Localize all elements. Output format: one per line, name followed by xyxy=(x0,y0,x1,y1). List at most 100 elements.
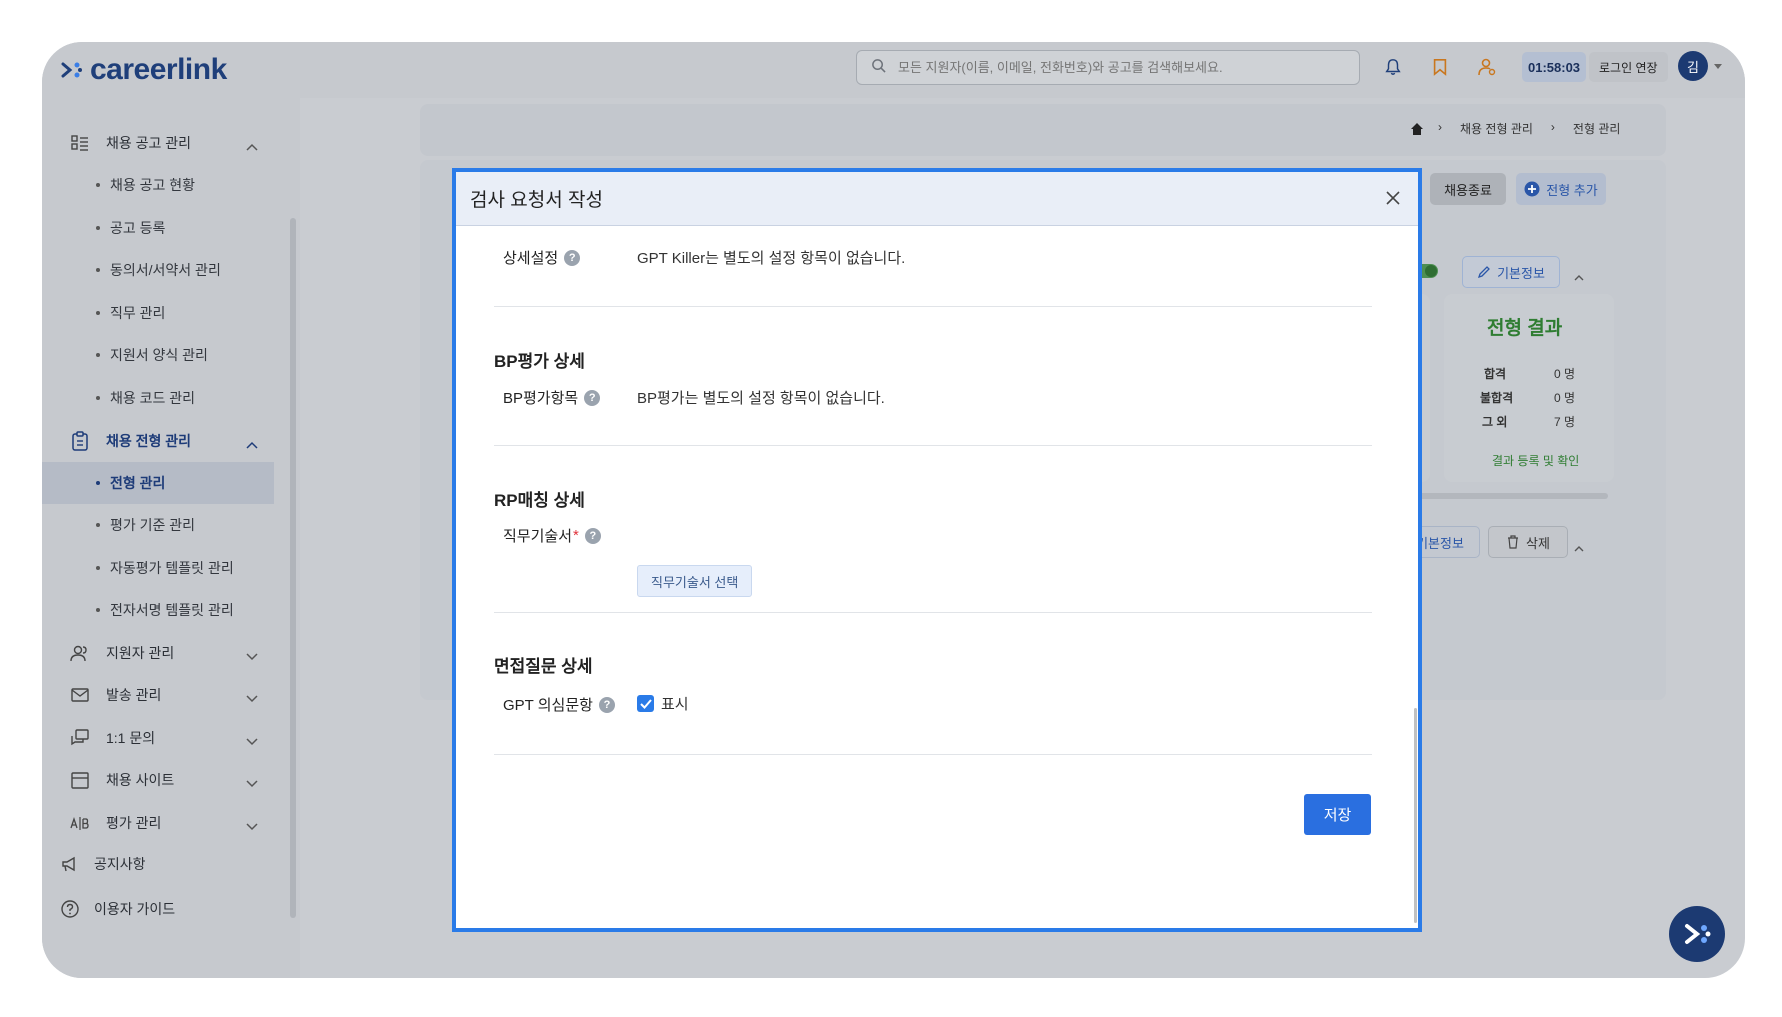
user-guide-link[interactable]: 이용자 가이드 xyxy=(42,889,274,929)
avatar[interactable]: 김 xyxy=(1678,51,1708,81)
logo[interactable]: careerlink xyxy=(60,53,227,87)
interview-section-title: 면접질문 상세 xyxy=(494,657,593,676)
close-icon[interactable] xyxy=(1382,187,1404,209)
modal-scrollbar[interactable] xyxy=(1414,228,1418,928)
section-divider xyxy=(494,612,1372,613)
checkmark-icon[interactable] xyxy=(637,695,654,712)
sidebar-item-recruit-code[interactable]: 채용 코드 관리 xyxy=(42,377,274,419)
bp-item-value: BP평가는 별도의 설정 항목이 없습니다. xyxy=(637,390,885,407)
search-input[interactable] xyxy=(898,60,1359,75)
sidebar-item-consent[interactable]: 동의서/서약서 관리 xyxy=(42,249,274,291)
sidebar-item-application-form[interactable]: 지원서 양식 관리 xyxy=(42,334,274,376)
section-divider xyxy=(494,445,1372,446)
detail-setting-value: GPT Killer는 별도의 설정 항목이 없습니다. xyxy=(637,250,906,267)
result-title: 전형 결과 xyxy=(1487,318,1563,339)
delete-button[interactable]: 삭제 xyxy=(1488,526,1568,558)
add-stage-button[interactable]: 전형 추가 xyxy=(1516,173,1606,205)
gpt-suspicious-label: GPT 의심문항 ? xyxy=(503,694,615,715)
sidebar-group-evaluation[interactable]: 평가 관리 xyxy=(42,802,274,844)
sidebar-group-career-site[interactable]: 채용 사이트 xyxy=(42,759,274,801)
sidebar-group-label: 채용 전형 관리 xyxy=(106,433,192,449)
breadcrumb: › 채용 전형 관리 › 전형 관리 xyxy=(1438,120,1620,137)
sidebar-item-esign-template[interactable]: 전자서명 템플릿 관리 xyxy=(42,589,274,631)
mail-icon xyxy=(70,685,90,705)
bp-item-label: BP평가항목 ? xyxy=(503,387,601,408)
basic-info-button[interactable]: 기본정보 xyxy=(1462,256,1560,288)
breadcrumb-sep: › xyxy=(1438,120,1442,134)
sidebar: 채용 공고 관리 채용 공고 현황 공고 등록 동의서/서약서 관리 직무 관리… xyxy=(42,98,300,978)
help-icon[interactable]: ? xyxy=(598,696,615,713)
delete-label: 삭제 xyxy=(1526,535,1550,551)
help-icon[interactable]: ? xyxy=(584,389,601,406)
user-permission-icon[interactable] xyxy=(1472,52,1502,82)
job-description-label: 직무기술서 * ? xyxy=(503,525,601,546)
help-icon[interactable]: ? xyxy=(584,527,601,544)
list-icon xyxy=(70,133,90,153)
session-timer: 01:58:03 xyxy=(1522,52,1587,82)
logo-text: careerlink xyxy=(90,53,227,86)
result-other-label: 그 외 xyxy=(1482,415,1508,429)
breadcrumb-sep: › xyxy=(1550,120,1555,134)
global-search[interactable] xyxy=(856,50,1360,85)
result-pass-label: 합격 xyxy=(1484,367,1507,381)
chevron-down-icon xyxy=(246,818,258,834)
sidebar-item-stage-management[interactable]: 전형 관리 xyxy=(42,462,274,504)
job-description-select-button[interactable]: 직무기술서 선택 xyxy=(637,565,753,597)
breadcrumb-item[interactable]: 채용 전형 관리 xyxy=(1460,120,1533,137)
close-recruit-button[interactable]: 채용종료 xyxy=(1430,173,1506,205)
chevron-down-icon xyxy=(246,775,258,791)
gpt-suspicious-text: GPT 의심문항 xyxy=(503,697,593,714)
assistant-icon xyxy=(1685,924,1711,944)
bp-item-text: BP평가항목 xyxy=(503,390,579,407)
clipboard-icon xyxy=(70,431,90,451)
help-circle-icon xyxy=(60,899,80,919)
notice-label: 공지사항 xyxy=(94,856,146,872)
job-description-text: 직무기술서 xyxy=(503,528,573,545)
result-fail-value: 0 명 xyxy=(1554,391,1576,405)
breadcrumb-item[interactable]: 전형 관리 xyxy=(1573,120,1621,137)
result-register-link[interactable]: 결과 등록 및 확인 xyxy=(1492,452,1579,469)
assistant-fab-button[interactable] xyxy=(1669,906,1725,962)
calendar-icon xyxy=(70,770,90,790)
sidebar-item-criteria[interactable]: 평가 기준 관리 xyxy=(42,504,274,546)
bell-icon[interactable] xyxy=(1378,52,1408,82)
sidebar-group-posting[interactable]: 채용 공고 관리 xyxy=(42,122,274,164)
app-window: careerlink 01:58:03 로그인 연장 김 채용 공고 xyxy=(42,42,1745,978)
sidebar-group-inquiry[interactable]: 1:1 문의 xyxy=(42,717,274,759)
chevron-down-icon xyxy=(246,648,258,664)
sidebar-group-applicants[interactable]: 지원자 관리 xyxy=(42,632,274,674)
gpt-display-label: 표시 xyxy=(661,696,689,713)
sidebar-item-posting-register[interactable]: 공고 등록 xyxy=(42,207,274,249)
modal-body[interactable]: 상세설정 ? GPT Killer는 별도의 설정 항목이 없습니다. BP평가… xyxy=(456,226,1414,926)
sidebar-item-job[interactable]: 직무 관리 xyxy=(42,292,274,334)
sidebar-group-label: 발송 관리 xyxy=(106,687,162,703)
gpt-display-checkbox[interactable]: 표시 xyxy=(637,693,689,714)
sidebar-item-posting-status[interactable]: 채용 공고 현황 xyxy=(42,164,274,206)
request-form-modal: 검사 요청서 작성 상세설정 ? GPT Killer는 별도의 설정 항목이 … xyxy=(452,168,1422,932)
sidebar-item-auto-eval-template[interactable]: 자동평가 템플릿 관리 xyxy=(42,547,274,589)
notice-link[interactable]: 공지사항 xyxy=(42,844,274,884)
sidebar-group-label: 평가 관리 xyxy=(106,815,162,831)
result-other-value: 7 명 xyxy=(1554,415,1576,429)
rp-section-title: RP매칭 상세 xyxy=(494,491,585,510)
chevron-up-icon[interactable] xyxy=(1574,268,1584,286)
sidebar-group-label: 1:1 문의 xyxy=(106,730,156,746)
logo-mark-icon xyxy=(60,58,84,82)
sidebar-group-label: 채용 공고 관리 xyxy=(106,135,192,151)
chevron-up-icon[interactable] xyxy=(1574,539,1584,557)
chevron-down-icon[interactable] xyxy=(1714,64,1722,69)
chat-icon xyxy=(70,728,90,748)
sidebar-scrollbar[interactable] xyxy=(290,218,296,918)
save-button[interactable]: 저장 xyxy=(1304,794,1371,835)
bookmark-icon[interactable] xyxy=(1425,52,1455,82)
sidebar-group-mailing[interactable]: 발송 관리 xyxy=(42,674,274,716)
detail-setting-text: 상세설정 xyxy=(503,250,559,267)
help-icon[interactable]: ? xyxy=(564,249,581,266)
extend-login-button[interactable]: 로그인 연장 xyxy=(1589,52,1668,82)
sidebar-group-screening[interactable]: 채용 전형 관리 xyxy=(42,420,274,462)
home-icon[interactable] xyxy=(1410,122,1424,141)
chevron-up-icon xyxy=(246,138,258,154)
search-icon xyxy=(871,58,886,78)
chevron-down-icon xyxy=(246,733,258,749)
modal-scroll-thumb[interactable] xyxy=(1414,708,1417,923)
